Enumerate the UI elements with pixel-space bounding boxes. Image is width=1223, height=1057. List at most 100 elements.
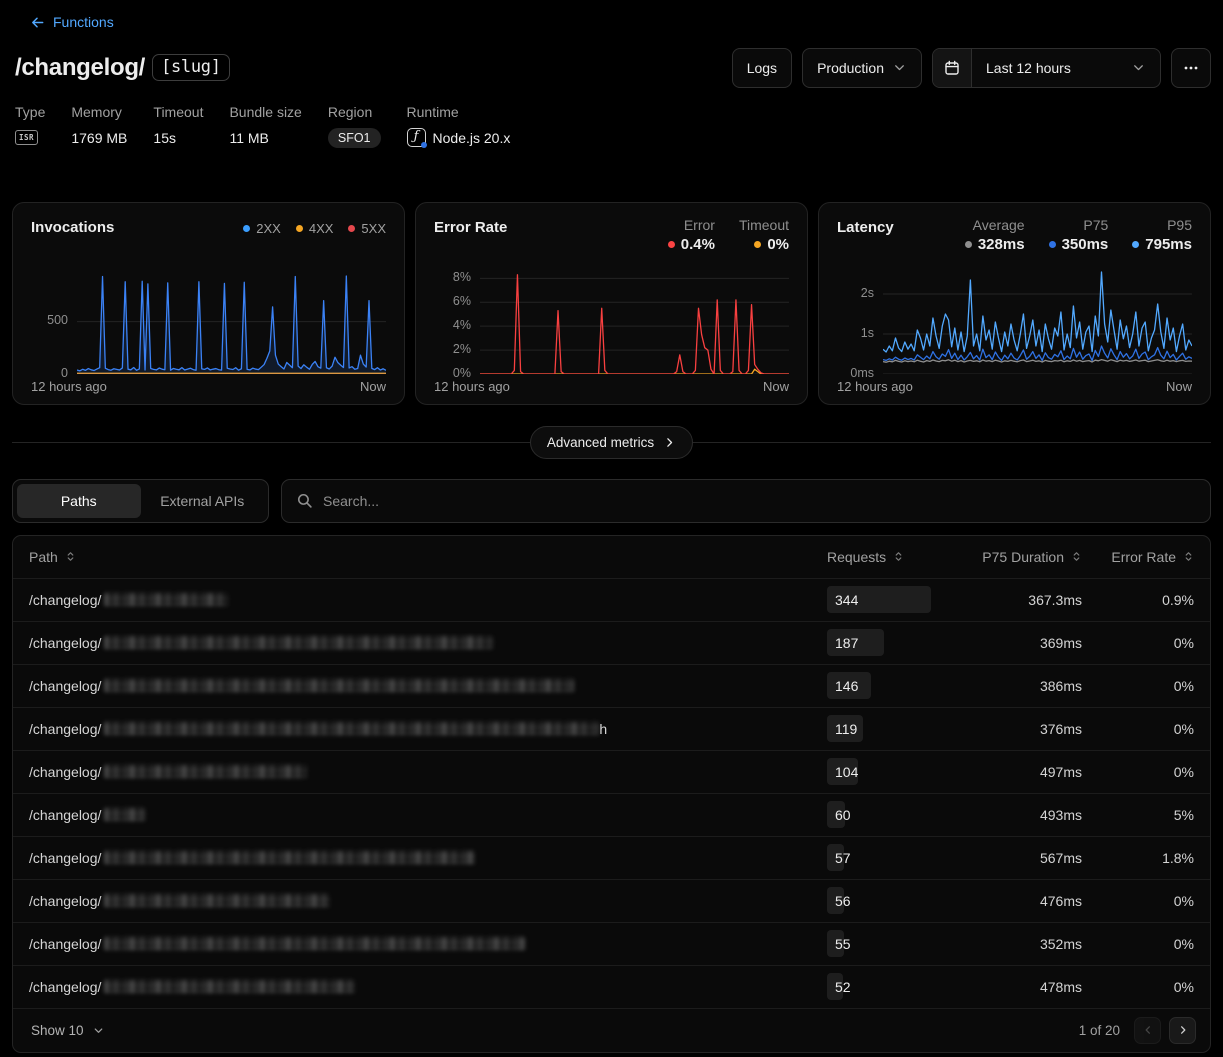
requests-bar-wrap: 60 <box>827 801 931 828</box>
p75-duration-value: 376ms <box>1040 721 1082 737</box>
p75-duration-value: 478ms <box>1040 979 1082 995</box>
table-row[interactable]: /changelog/52478ms0% <box>13 965 1210 1008</box>
table-row[interactable]: /changelog/146386ms0% <box>13 664 1210 707</box>
tab-external-apis[interactable]: External APIs <box>141 484 265 518</box>
y-axis: 5000 <box>31 264 77 374</box>
prev-page-button[interactable] <box>1134 1017 1161 1044</box>
table-row[interactable]: /changelog/55352ms0% <box>13 922 1210 965</box>
chevron-right-icon <box>663 436 676 449</box>
meta-value-memory: 1769 MB <box>71 128 127 148</box>
requests-cell: 60 <box>827 801 957 828</box>
search-input[interactable] <box>323 493 1196 509</box>
table-row[interactable]: /changelog/187369ms0% <box>13 621 1210 664</box>
p75-duration-cell: 476ms <box>957 893 1082 909</box>
stat-value: 0% <box>754 236 789 253</box>
p75-duration-value: 567ms <box>1040 850 1082 866</box>
error-rate-value: 1.8% <box>1162 850 1194 866</box>
logs-button[interactable]: Logs <box>732 48 792 88</box>
sort-icon <box>65 551 76 562</box>
chart-legend: 2XX4XX5XX <box>243 217 386 236</box>
stat-label: Timeout <box>739 217 789 233</box>
table-row[interactable]: /changelog/104497ms0% <box>13 750 1210 793</box>
stat-value: 350ms <box>1049 236 1109 253</box>
stat-value: 0.4% <box>668 236 715 253</box>
y-tick-label: 2s <box>861 286 874 300</box>
table-footer: Show 10 1 of 20 <box>13 1008 1210 1052</box>
p75-duration-value: 367.3ms <box>1028 592 1082 608</box>
stat-p75: P75350ms <box>1049 217 1109 253</box>
column-header-path[interactable]: Path <box>29 549 76 565</box>
table-header: Path Requests P75 Duration <box>13 536 1210 578</box>
x-axis-start-label: 12 hours ago <box>31 379 107 394</box>
table-row[interactable]: /changelog/h119376ms0% <box>13 707 1210 750</box>
stat-average: Average328ms <box>965 217 1025 253</box>
x-axis-start-label: 12 hours ago <box>837 379 913 394</box>
stat-number: 0% <box>767 236 789 253</box>
error-rate-value: 0% <box>1174 979 1194 995</box>
error-rate-card: Error Rate Error0.4%Timeout0% 8%6%4%2%0%… <box>415 202 808 405</box>
meta-type: TypeISR <box>15 104 45 148</box>
path-cell: /changelog/ <box>29 979 827 995</box>
p75-duration-cell: 567ms <box>957 850 1082 866</box>
page-size-select[interactable]: Show 10 <box>31 1023 105 1038</box>
time-range-select[interactable]: Last 12 hours <box>932 48 1161 88</box>
stat-label: P95 <box>1167 217 1192 233</box>
stat-dot <box>1049 241 1056 248</box>
y-tick-label: 0% <box>453 366 471 380</box>
more-actions-button[interactable] <box>1171 48 1211 88</box>
meta-value-timeout: 15s <box>153 128 203 148</box>
search-box[interactable] <box>281 479 1211 523</box>
stat-number: 350ms <box>1062 236 1109 253</box>
region-badge: SFO1 <box>328 128 381 148</box>
slug-badge: [slug] <box>152 54 230 81</box>
meta-label-memory: Memory <box>71 104 127 120</box>
p75-duration-value: 386ms <box>1040 678 1082 694</box>
requests-value: 56 <box>827 893 851 909</box>
function-meta: TypeISRMemory1769 MBTimeout15sBundle siz… <box>12 104 1211 148</box>
column-header-error-rate[interactable]: Error Rate <box>1111 549 1194 565</box>
legend-label: 5XX <box>361 221 386 236</box>
error-rate-value: 0% <box>1174 936 1194 952</box>
path-prefix: /changelog/ <box>29 592 101 608</box>
p75-duration-value: 493ms <box>1040 807 1082 823</box>
table-row[interactable]: /changelog/60493ms5% <box>13 793 1210 836</box>
error-rate-cell: 0% <box>1082 635 1194 651</box>
advanced-metrics-button[interactable]: Advanced metrics <box>530 426 693 459</box>
p75-duration-value: 476ms <box>1040 893 1082 909</box>
x-axis: 12 hours ago Now <box>434 379 789 394</box>
path-cell: /changelog/ <box>29 893 827 909</box>
chart-area: 5000 <box>31 264 386 374</box>
sort-icon <box>1183 551 1194 562</box>
back-link-label: Functions <box>53 14 114 30</box>
table-row[interactable]: /changelog/56476ms0% <box>13 879 1210 922</box>
function-path: /changelog/ <box>15 54 145 82</box>
requests-bar-wrap: 146 <box>827 672 931 699</box>
redacted-path-segment <box>104 851 475 864</box>
calendar-icon[interactable] <box>933 49 972 87</box>
table-row[interactable]: /changelog/57567ms1.8% <box>13 836 1210 879</box>
environment-select[interactable]: Production <box>802 48 922 88</box>
requests-bar-wrap: 344 <box>827 586 931 613</box>
error-rate-cell: 0% <box>1082 764 1194 780</box>
chart-area: 2s1s0ms <box>837 264 1192 374</box>
requests-bar-wrap: 57 <box>827 844 931 871</box>
tab-paths[interactable]: Paths <box>17 484 141 518</box>
y-tick-label: 4% <box>453 318 471 332</box>
error-rate-cell: 0% <box>1082 678 1194 694</box>
back-to-functions-link[interactable]: Functions <box>30 14 114 30</box>
column-header-p75-duration[interactable]: P75 Duration <box>982 549 1082 565</box>
time-range-value: Last 12 hours <box>986 60 1071 76</box>
redacted-path-segment <box>104 937 525 950</box>
meta-value-bundle-size: 11 MB <box>229 128 301 148</box>
path-prefix: /changelog/ <box>29 807 101 823</box>
column-header-requests[interactable]: Requests <box>827 549 904 565</box>
header-actions: Logs Production Last 12 hours <box>732 48 1211 88</box>
table-row[interactable]: /changelog/344367.3ms0.9% <box>13 578 1210 621</box>
legend-item-4xx: 4XX <box>296 221 334 236</box>
p75-duration-cell: 478ms <box>957 979 1082 995</box>
next-page-button[interactable] <box>1169 1017 1196 1044</box>
requests-value: 119 <box>827 721 857 737</box>
paths-table: Path Requests P75 Duration <box>12 535 1211 1053</box>
nodejs-icon: ƒ <box>407 128 426 147</box>
chart-title: Error Rate <box>434 217 507 236</box>
